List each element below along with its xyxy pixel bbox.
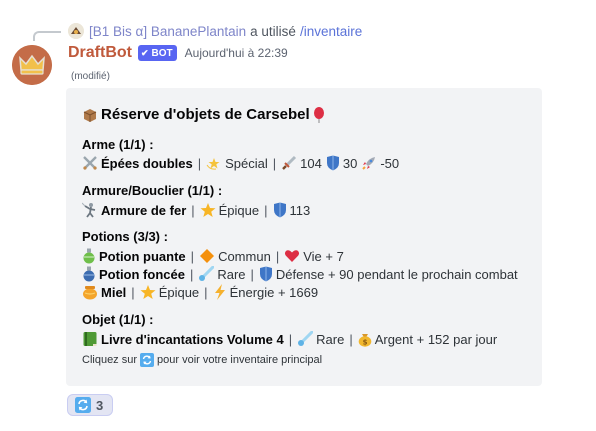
armor-rarity: Épique <box>218 202 260 218</box>
potion-line: Potion foncée | Rare | Défense + 90 pend… <box>82 265 518 283</box>
potion-rarity: Commun <box>218 248 271 264</box>
package-icon <box>82 107 98 123</box>
rocket-icon <box>361 155 377 171</box>
shield-icon <box>273 202 287 218</box>
dizzy-star-icon <box>206 155 222 171</box>
shield-icon <box>326 155 340 171</box>
balloon-icon <box>313 106 325 123</box>
reaction-button[interactable]: 3 <box>67 394 113 416</box>
crossed-swords-icon <box>82 155 98 171</box>
reply-reference[interactable]: [B1 Bis α] BananePlantain a utilisé /inv… <box>68 22 362 40</box>
armor-name: Armure de fer <box>101 202 187 218</box>
embed-title-text: Réserve d'objets de Carsebel <box>101 106 310 123</box>
potion-name: Potion foncée <box>99 266 185 282</box>
reply-connector <box>33 31 61 41</box>
comet-icon <box>297 331 314 347</box>
object-section-header: Objet (1/1) : <box>82 312 154 327</box>
reply-avatar[interactable] <box>68 23 84 39</box>
reply-username[interactable]: [B1 Bis α] BananePlantain <box>89 24 246 39</box>
message-header: DraftBot ✔ BOT Aujourd'hui à 22:39 <box>68 44 288 62</box>
weapon-section-header: Arme (1/1) : <box>82 137 154 152</box>
embed-footer: Cliquez sur pour voir votre inventaire p… <box>82 353 322 367</box>
embed-title: Réserve d'objets de Carsebel <box>82 106 328 123</box>
potion-line: Potion puante | Commun | Vie + 7 <box>82 247 344 265</box>
potion-rarity: Épique <box>158 284 200 300</box>
potion-name: Potion puante <box>99 248 186 264</box>
timestamp[interactable]: Aujourd'hui à 22:39 <box>185 46 288 60</box>
repeat-icon <box>140 353 155 367</box>
object-line: Livre d'incantations Volume 4 | Rare | $… <box>82 330 497 348</box>
green-book-icon <box>82 331 98 347</box>
orange-diamond-icon <box>199 248 215 264</box>
footer-text-after: pour voir votre inventaire principal <box>157 354 323 366</box>
armor-line: Armure de fer | Épique | 113 <box>82 201 310 219</box>
armor-section-header: Armure/Bouclier (1/1) : <box>82 183 223 198</box>
dagger-icon <box>281 155 297 171</box>
repeat-icon <box>75 397 91 413</box>
potion-line: Miel | Épique | Énergie + 1669 <box>82 283 318 301</box>
crown-icon <box>12 45 52 85</box>
verified-check-icon: ✔ <box>141 47 149 58</box>
potion-name: Miel <box>101 284 127 300</box>
honey-pot-icon <box>82 284 98 300</box>
lightning-icon <box>213 284 227 300</box>
svg-text:$: $ <box>362 339 367 347</box>
potion-effect: Défense + 90 pendant le prochain combat <box>275 266 518 282</box>
potion-effect: Vie + 7 <box>303 248 344 264</box>
potions-section-header: Potions (3/3) : <box>82 229 168 244</box>
armor-defense: 113 <box>289 202 311 218</box>
object-name: Livre d'incantations Volume 4 <box>101 331 284 347</box>
bot-badge: ✔ BOT <box>138 45 177 61</box>
object-effect: Argent + 152 par jour <box>374 331 498 347</box>
weapon-speed: -50 <box>380 155 400 171</box>
reply-command[interactable]: /inventaire <box>300 24 362 39</box>
star-icon <box>140 284 156 300</box>
weapon-rarity: Spécial <box>225 155 268 171</box>
weapon-name: Épées doubles <box>101 155 193 171</box>
weapon-line: Épées doubles | Spécial | 104 30 -50 <box>82 154 399 172</box>
reaction-count: 3 <box>96 397 104 413</box>
red-heart-icon <box>284 248 300 264</box>
fencer-icon <box>82 202 98 218</box>
object-rarity: Rare <box>316 331 345 347</box>
reply-verb: a utilisé <box>250 23 296 39</box>
money-bag-icon: $ <box>358 331 372 347</box>
weapon-attack: 104 <box>300 155 322 171</box>
comet-icon <box>198 266 215 282</box>
edited-label: (modifié) <box>71 71 110 82</box>
footer-text-before: Cliquez sur <box>82 354 138 366</box>
green-potion-icon <box>82 248 96 264</box>
blue-potion-icon <box>82 266 96 282</box>
avatar[interactable] <box>12 45 52 85</box>
potion-rarity: Rare <box>217 266 246 282</box>
potion-effect: Énergie + 1669 <box>229 284 319 300</box>
author-name[interactable]: DraftBot <box>68 44 132 62</box>
bot-badge-label: BOT <box>151 47 173 59</box>
star-icon <box>200 202 216 218</box>
weapon-defense: 30 <box>342 155 358 171</box>
shield-icon <box>259 266 273 282</box>
